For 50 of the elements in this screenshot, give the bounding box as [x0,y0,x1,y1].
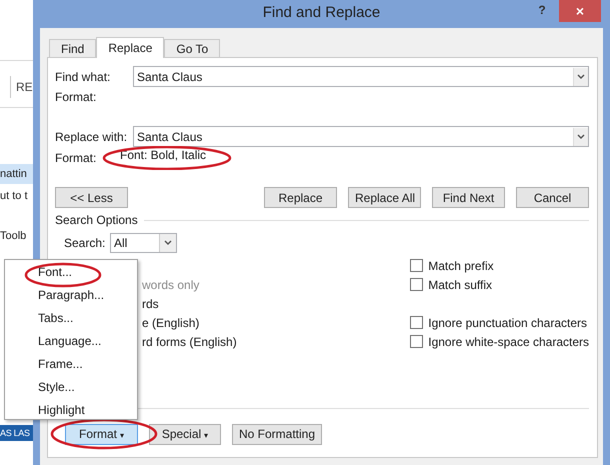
help-button[interactable]: ? [533,0,551,20]
checkbox-label: Match suffix [428,278,492,292]
checkbox-label: Ignore white-space characters [428,334,589,348]
checkbox-label: Ignore punctuation characters [428,316,588,330]
menu-item[interactable]: Style... [5,376,137,399]
search-direction-select[interactable]: All [110,233,177,253]
field-label: Find what: [55,70,112,84]
menu-item[interactable]: Paragraph... [5,284,137,307]
list-item-fragment: nattin [0,164,33,184]
option-label-fragment: rd forms (English) [142,334,237,348]
checkbox-label: Match prefix [428,258,494,272]
section-title: Search Options [55,213,138,227]
option-label-fragment: rds [142,296,159,310]
tab[interactable]: Find [49,39,96,57]
ribbon-tab-fragment: RE [16,80,33,94]
replace-with-combobox[interactable]: Santa Claus [133,126,589,147]
menu-item[interactable]: Tabs... [5,307,137,330]
checkbox[interactable] [410,278,424,291]
dialog-button[interactable]: Special ▾ [149,424,221,444]
checkbox[interactable] [410,259,424,272]
dialog-button[interactable]: Find Next [432,187,505,208]
selected-row-fragment: AS LAS [0,425,33,441]
option-label-fragment: e (English) [142,316,200,330]
chevron-down-icon [573,68,588,86]
find-what-combobox[interactable]: Santa Claus [133,66,589,87]
list-item-fragment: Toolb [0,229,28,244]
dialog-button[interactable]: Replace [264,187,337,208]
dialog-button[interactable]: No Formatting [232,424,322,444]
menu-item[interactable]: Highlight [5,399,137,422]
close-button[interactable]: × [559,0,601,22]
checkbox[interactable] [410,335,424,348]
menu-item[interactable]: Frame... [5,353,137,376]
checkbox[interactable] [410,316,424,329]
chevron-down-icon [159,234,176,252]
format-label: Format: [55,90,98,104]
list-item-fragment: ut to t [0,189,29,204]
dialog-button[interactable]: Replace All [348,187,421,208]
dialog-button[interactable]: Cancel [516,187,589,208]
chevron-down-icon [573,128,588,146]
dialog-button[interactable]: Format ▾ [65,424,138,444]
tab[interactable]: Replace [96,37,164,58]
menu-item[interactable]: Font... [5,261,137,284]
format-value: Font: Bold, Italic [120,148,206,162]
window-title: Find and Replace [262,4,382,21]
option-label-fragment: words only [142,278,200,292]
field-label: Replace with: [55,130,128,144]
menu-item[interactable]: Language... [5,330,137,353]
search-label: Search: [64,236,106,250]
dialog-button[interactable]: << Less [55,187,128,208]
tab[interactable]: Go To [164,39,220,57]
